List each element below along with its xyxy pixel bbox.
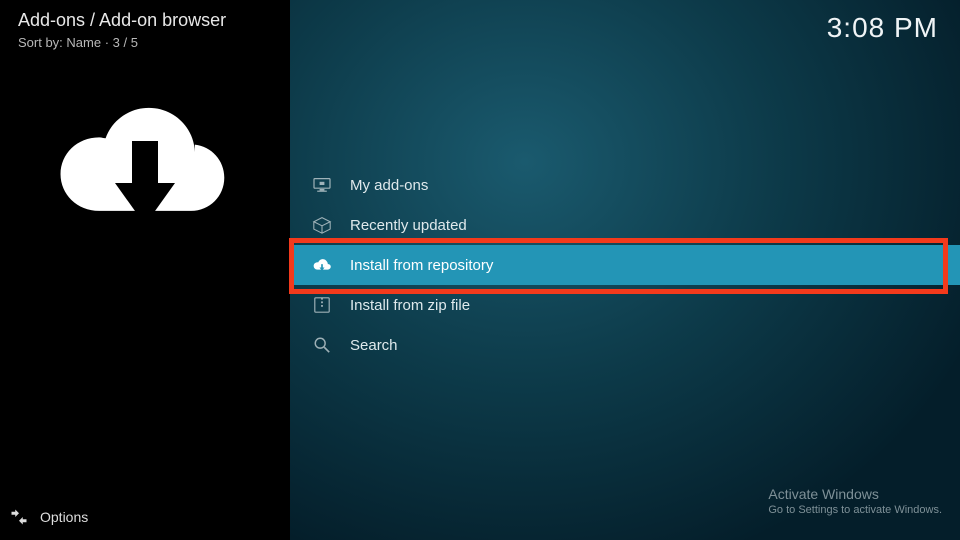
box-icon — [312, 216, 332, 234]
menu-item-search[interactable]: Search — [290, 325, 960, 365]
options-icon — [10, 508, 28, 526]
windows-watermark: Activate Windows Go to Settings to activ… — [768, 486, 942, 516]
menu-item-label: Install from zip file — [350, 297, 470, 314]
clock: 3:08 PM — [827, 12, 938, 44]
monitor-icon — [312, 176, 332, 194]
menu-item-install-repository[interactable]: Install from repository — [290, 245, 960, 285]
menu-item-install-zip[interactable]: Install from zip file — [290, 285, 960, 325]
main-panel: 3:08 PM My add-ons Recently updated Inst… — [290, 0, 960, 540]
watermark-title: Activate Windows — [768, 486, 942, 502]
menu-item-my-addons[interactable]: My add-ons — [290, 165, 960, 205]
cloud-download-icon — [55, 95, 235, 245]
options-label: Options — [40, 509, 88, 525]
search-icon — [312, 336, 332, 354]
menu-item-label: My add-ons — [350, 177, 428, 194]
breadcrumb: Add-ons / Add-on browser — [18, 10, 290, 31]
menu-item-recently-updated[interactable]: Recently updated — [290, 205, 960, 245]
menu-item-label: Install from repository — [350, 257, 493, 274]
sort-separator: · — [105, 35, 113, 50]
cloud-down-icon — [312, 256, 332, 274]
list-position: 3 / 5 — [113, 35, 138, 50]
watermark-sub: Go to Settings to activate Windows. — [768, 504, 942, 516]
menu-item-label: Recently updated — [350, 217, 467, 234]
sort-label: Sort by: Name — [18, 35, 101, 50]
menu-list: My add-ons Recently updated Install from… — [290, 165, 960, 365]
sort-line: Sort by: Name · 3 / 5 — [18, 35, 290, 50]
sidebar: Add-ons / Add-on browser Sort by: Name ·… — [0, 0, 290, 540]
options-button[interactable]: Options — [10, 508, 88, 526]
zip-icon — [312, 296, 332, 314]
menu-item-label: Search — [350, 337, 398, 354]
